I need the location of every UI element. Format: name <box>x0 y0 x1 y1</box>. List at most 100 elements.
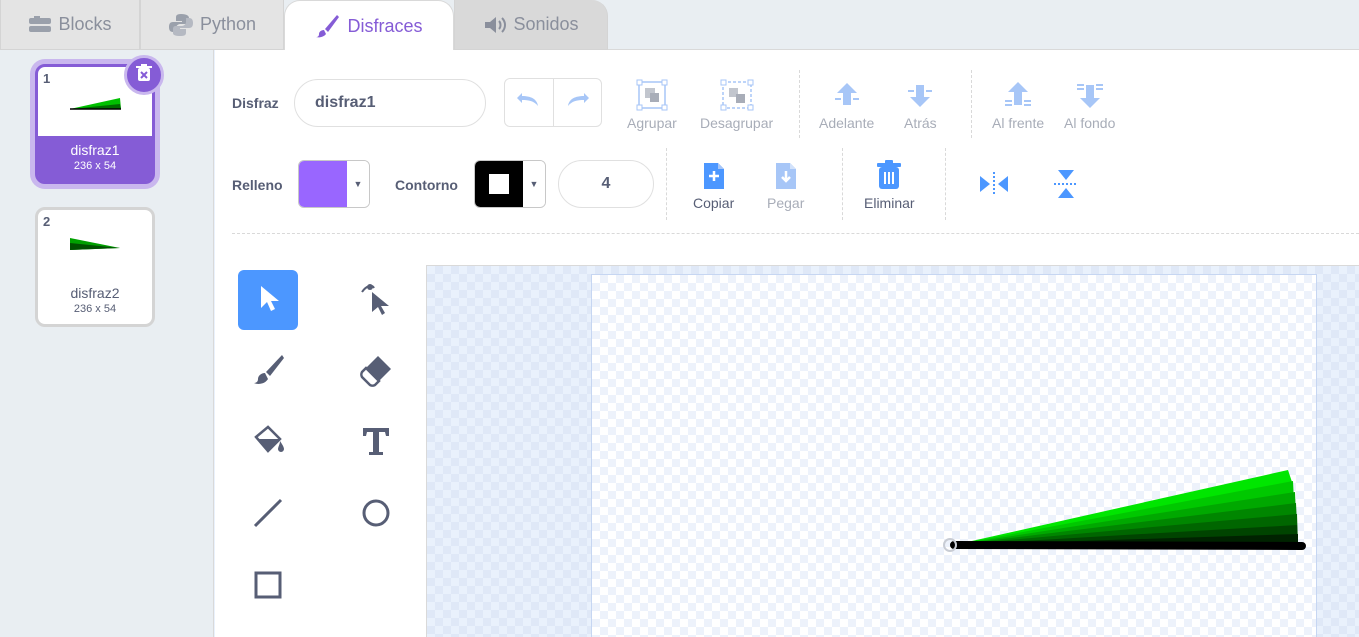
paste-icon <box>773 155 799 195</box>
paint-editor: Disfraz disfraz1 Agrupar Desagrupar Adel… <box>215 50 1359 637</box>
toolbar-divider <box>666 148 667 220</box>
undo-button[interactable] <box>505 79 553 126</box>
redo-button[interactable] <box>552 79 602 126</box>
toolbar-divider <box>842 148 843 220</box>
fill-tool[interactable] <box>238 413 298 473</box>
ungroup-button[interactable]: Desagrupar <box>700 75 773 131</box>
costume-name: disfraz2 <box>70 285 120 301</box>
back-button[interactable]: Al fondo <box>1064 75 1115 131</box>
undo-redo-group <box>504 78 602 127</box>
circle-icon <box>360 497 392 534</box>
toolbar-divider <box>799 70 800 138</box>
drawing-area[interactable] <box>426 265 1359 637</box>
editor-tabs: Blocks Python Disfraces Sonidos <box>0 0 1359 51</box>
rectangle-icon <box>252 569 284 606</box>
eraser-tool[interactable] <box>346 342 406 402</box>
fill-color-swatch <box>299 161 347 207</box>
chevron-down-icon: ▼ <box>347 161 369 207</box>
brush-icon <box>250 352 286 393</box>
eraser-icon <box>358 352 394 393</box>
flip-horizontal-button[interactable] <box>978 164 1010 204</box>
delete-costume-button[interactable] <box>124 55 164 95</box>
outline-color-picker[interactable]: ▼ <box>474 160 546 208</box>
brush-tool[interactable] <box>238 342 298 402</box>
select-tool[interactable] <box>238 270 298 330</box>
front-button[interactable]: Al frente <box>992 75 1044 131</box>
toolbar-divider <box>971 70 972 138</box>
tab-label: Blocks <box>58 14 112 34</box>
costume-info: disfraz1 236 x 54 <box>38 136 152 181</box>
costume-size: 236 x 54 <box>73 160 117 172</box>
fill-icon <box>250 423 286 464</box>
undo-icon <box>516 91 542 114</box>
costume-canvas[interactable] <box>591 274 1317 637</box>
paste-button[interactable]: Pegar <box>767 155 804 211</box>
flip-vertical-button[interactable] <box>1050 164 1082 204</box>
costume-size: 236 x 54 <box>73 303 117 315</box>
reshape-icon <box>358 280 394 321</box>
fill-label: Relleno <box>232 177 283 193</box>
copy-icon <box>701 155 727 195</box>
text-tool[interactable] <box>346 413 406 473</box>
text-icon <box>360 425 392 462</box>
costume-name-label: Disfraz <box>232 95 279 111</box>
costume-name: disfraz1 <box>70 142 120 158</box>
backward-label: Atrás <box>904 115 937 131</box>
line-tool[interactable] <box>238 485 298 545</box>
copy-label: Copiar <box>693 195 735 211</box>
speaker-icon <box>483 15 507 35</box>
fill-color-picker[interactable]: ▼ <box>298 160 370 208</box>
brush-icon <box>315 13 341 39</box>
trash-icon <box>134 63 154 88</box>
tab-blocks[interactable]: Blocks <box>0 0 140 50</box>
trash-icon <box>875 155 903 195</box>
blocks-icon <box>28 15 52 34</box>
back-label: Al fondo <box>1064 115 1116 131</box>
tab-label: Sonidos <box>513 14 579 34</box>
circle-tool[interactable] <box>346 485 406 545</box>
flip-vertical-icon <box>1050 164 1082 204</box>
ungroup-label: Desagrupar <box>700 115 774 131</box>
costume-tile-1[interactable]: 1 disfraz1 236 x 54 <box>35 55 164 184</box>
costume-thumbnail <box>38 210 152 280</box>
costume-info: disfraz2 236 x 54 <box>38 279 152 324</box>
ungroup-icon <box>720 75 754 115</box>
tab-label: Python <box>199 14 257 34</box>
paste-label: Pegar <box>767 195 805 211</box>
python-icon <box>168 12 194 38</box>
outline-width-input[interactable]: 4 <box>558 160 654 208</box>
tab-label: Disfraces <box>347 15 423 36</box>
forward-button[interactable]: Adelante <box>819 75 874 131</box>
costume-list: 1 disfraz1 236 x 54 2 disfraz2 236 x 54 <box>0 50 214 637</box>
reshape-tool[interactable] <box>346 270 406 330</box>
select-icon <box>256 283 280 318</box>
delete-button[interactable]: Eliminar <box>864 155 915 211</box>
tab-costumes[interactable]: Disfraces <box>284 0 454 51</box>
redo-icon <box>564 91 590 114</box>
costume-drawing <box>943 470 1306 552</box>
tab-sounds[interactable]: Sonidos <box>454 0 608 50</box>
tab-python[interactable]: Python <box>140 0 284 50</box>
group-label: Agrupar <box>627 115 677 131</box>
rectangle-tool[interactable] <box>238 557 298 617</box>
costume-name-input[interactable]: disfraz1 <box>294 79 486 127</box>
chevron-down-icon: ▼ <box>523 161 545 207</box>
outline-label: Contorno <box>395 177 458 193</box>
back-icon <box>1074 75 1106 115</box>
forward-label: Adelante <box>819 115 875 131</box>
delete-label: Eliminar <box>864 195 915 211</box>
front-icon <box>1002 75 1034 115</box>
forward-icon <box>831 75 863 115</box>
group-icon <box>636 75 668 115</box>
outline-color-swatch <box>475 161 523 207</box>
copy-button[interactable]: Copiar <box>693 155 734 211</box>
backward-button[interactable]: Atrás <box>904 75 937 131</box>
flip-horizontal-icon <box>978 164 1010 204</box>
backward-icon <box>904 75 936 115</box>
toolbar-divider <box>945 148 946 220</box>
line-icon <box>252 497 284 534</box>
group-button[interactable]: Agrupar <box>627 75 677 131</box>
costume-tile-2[interactable]: 2 disfraz2 236 x 54 <box>35 207 155 327</box>
toolbar-separator <box>232 233 1359 234</box>
front-label: Al frente <box>992 115 1045 131</box>
